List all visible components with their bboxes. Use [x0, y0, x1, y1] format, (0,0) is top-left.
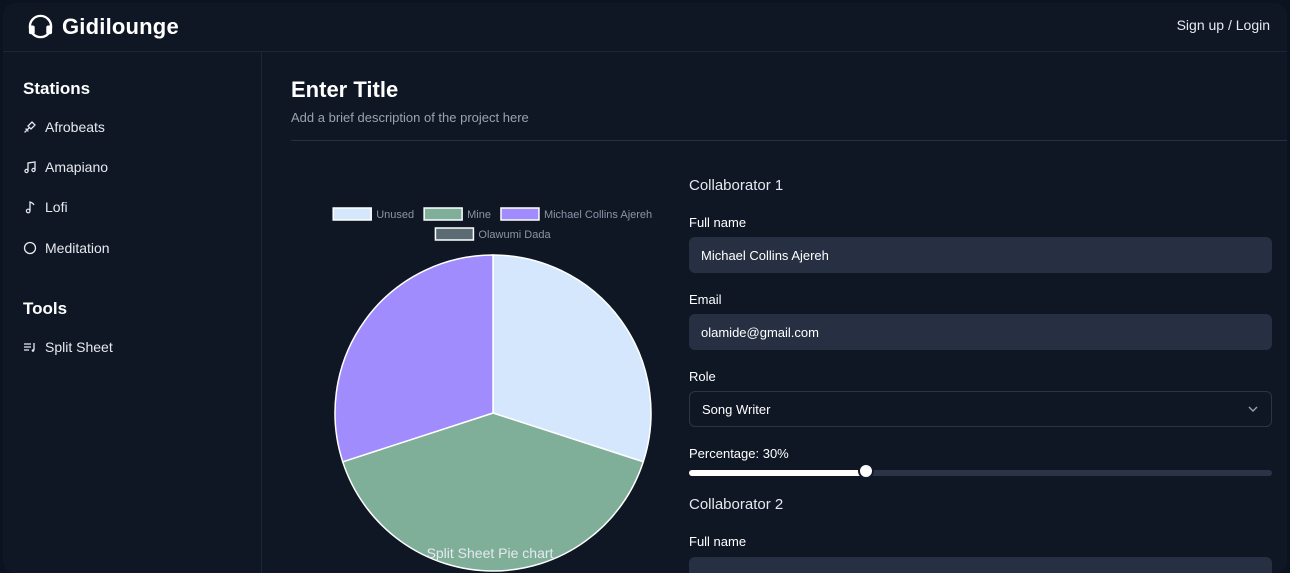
app-name: Gidilounge — [62, 13, 179, 39]
sidebar: Stations Afrobeats Amapiano Lofi Meditat… — [3, 51, 262, 573]
sidebar-item-label: Meditation — [45, 240, 110, 256]
full-name-input[interactable]: Michael Collins Ajereh — [689, 237, 1272, 273]
sidebar-item-label: Lofi — [45, 199, 68, 215]
tools-heading: Tools — [23, 299, 68, 318]
percentage-slider[interactable] — [689, 463, 1272, 479]
collaborator-1-title: Collaborator 1 — [689, 177, 784, 194]
full-name-value: Michael Collins Ajereh — [701, 247, 829, 263]
slider-fill — [689, 470, 866, 476]
sidebar-item-label: Afrobeats — [45, 119, 105, 135]
sidebar-item-amapiano[interactable]: Amapiano — [23, 159, 108, 175]
sidebar-item-meditation[interactable]: Meditation — [23, 240, 110, 256]
guitar-icon — [24, 121, 36, 133]
headphones-icon — [28, 14, 53, 39]
main-content: Enter Title Add a brief description of t… — [262, 51, 1287, 573]
circle-icon — [23, 241, 37, 255]
split-sheet-pie-chart: Unused Mine Michael Collins Ajereh Olawumi … — [332, 207, 652, 572]
collaborator-2-title: Collaborator 2 — [689, 496, 784, 513]
role-label: Role — [689, 369, 716, 384]
sidebar-item-label: Amapiano — [45, 159, 109, 175]
full-name-label-2: Full name — [689, 534, 747, 549]
sidebar-item-afrobeats[interactable]: Afrobeats — [23, 119, 105, 135]
email-label: Email — [689, 292, 722, 307]
legend-label[interactable]: Mine — [467, 209, 491, 221]
full-name-input-2[interactable] — [689, 557, 1272, 573]
full-name-label: Full name — [689, 215, 747, 230]
email-input[interactable]: olamide@gmail.com — [689, 314, 1272, 350]
email-value: olamide@gmail.com — [701, 324, 819, 340]
page-description[interactable]: Add a brief description of the project h… — [291, 110, 529, 125]
signup-login-link[interactable]: Sign up / Login — [1177, 17, 1270, 33]
chart-title: Split Sheet Pie chart — [426, 545, 554, 561]
divider — [291, 140, 1287, 141]
app-window: Gidilounge Sign up / Login Stations Afro… — [3, 3, 1287, 573]
legend-label[interactable]: Unused — [376, 209, 414, 221]
top-bar: Gidilounge Sign up / Login — [3, 3, 1287, 52]
music-note-icon — [25, 201, 35, 214]
sidebar-item-lofi[interactable]: Lofi — [23, 199, 68, 215]
slider-thumb[interactable] — [857, 463, 874, 479]
sidebar-item-label: Split Sheet — [45, 339, 113, 355]
legend-label[interactable]: Olawumi Dada — [478, 229, 551, 241]
chevron-down-icon — [1248, 406, 1258, 412]
legend-label[interactable]: Michael Collins Ajereh — [544, 209, 652, 221]
role-select[interactable]: Song Writer — [689, 391, 1272, 427]
role-value: Song Writer — [702, 401, 771, 417]
sidebar-item-split-sheet[interactable]: Split Sheet — [23, 339, 113, 355]
playlist-icon — [24, 343, 35, 352]
logo[interactable]: Gidilounge — [27, 13, 179, 40]
stations-heading: Stations — [23, 79, 91, 98]
legend-swatch[interactable] — [434, 227, 475, 241]
music-notes-icon — [24, 161, 36, 174]
page-title[interactable]: Enter Title — [291, 77, 398, 103]
percentage-label: Percentage: 30% — [689, 446, 789, 461]
legend-swatch[interactable] — [423, 207, 463, 221]
legend-swatch[interactable] — [332, 207, 372, 221]
legend-swatch[interactable] — [500, 207, 540, 221]
